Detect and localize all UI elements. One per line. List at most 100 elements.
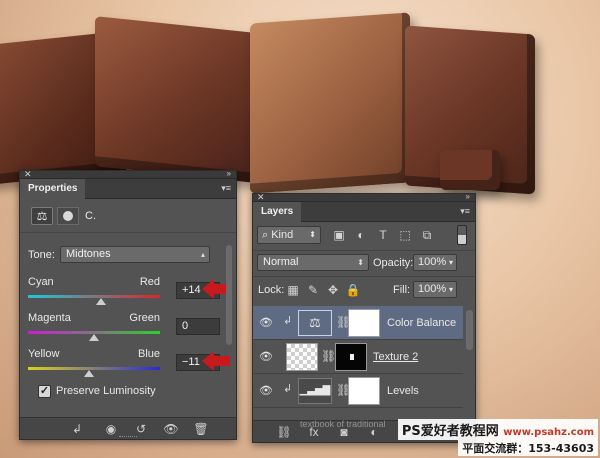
link-layers-icon[interactable]: ⛓ <box>275 424 293 440</box>
view-previous-icon[interactable]: ◉ <box>102 421 120 437</box>
opacity-value: 100% <box>418 256 447 268</box>
tab-bar: Properties ▾≡ <box>20 179 236 199</box>
panel-menu-icon[interactable]: ▾≡ <box>460 206 470 217</box>
layer-mask-thumbnail[interactable] <box>348 377 380 405</box>
blend-mode-select[interactable]: Normal ⬍ <box>257 254 369 271</box>
panel-titlebar[interactable]: ✕ » <box>20 169 236 179</box>
visibility-eye-icon[interactable]: 👁 <box>259 316 273 330</box>
slider-thumb[interactable] <box>95 298 106 305</box>
collapse-icon[interactable]: » <box>227 169 231 178</box>
filter-smart-object-icon[interactable]: ⧉ <box>419 227 435 243</box>
chevron-down-icon: ▾ <box>448 258 453 267</box>
slider-thumb[interactable] <box>89 334 99 341</box>
levels-histogram-icon: ▁▃▅▇ <box>298 378 332 404</box>
lock-transparency-icon[interactable]: ▦ <box>285 282 301 298</box>
balance-scale-icon: ⚖ <box>298 310 332 336</box>
properties-panel: ✕ » Properties ▾≡ ⚖ C. Tone: Midtones ▴ … <box>19 169 237 440</box>
filter-adjustment-icon[interactable]: ◐ <box>353 227 369 243</box>
preserve-label: Preserve Luminosity <box>56 385 156 397</box>
layer-row[interactable]: 👁 ⛓ Texture 2 <box>253 340 463 374</box>
slider-left-label: Magenta <box>28 312 71 324</box>
watermark-url: www.psahz.com <box>503 427 594 438</box>
resize-grip[interactable] <box>119 436 137 438</box>
stepper-arrows-icon: ▴ <box>200 250 205 259</box>
visibility-eye-icon[interactable]: 👁 <box>259 350 273 364</box>
layer-mask-thumbnail[interactable] <box>335 343 367 371</box>
lock-move-icon[interactable]: ✥ <box>325 282 341 298</box>
visibility-eye-icon[interactable]: 👁 <box>162 421 180 437</box>
scrollbar[interactable] <box>466 310 473 350</box>
properties-header: ⚖ C. <box>20 199 236 233</box>
layer-thumbnail <box>286 343 318 371</box>
layer-name[interactable]: Color Balance <box>387 317 456 329</box>
layer-row[interactable]: 👁 ↲ ▁▃▅▇ ⛓ Levels <box>253 374 463 408</box>
visibility-eye-icon[interactable]: 👁 <box>259 384 273 398</box>
layer-row[interactable]: 👁 ↲ ⚖ ⛓ Color Balance <box>253 306 463 340</box>
layer-filter-bar: ⌕ Kind ⬍ ▣ ◐ T ⬚ ⧉ <box>253 222 475 248</box>
red-arrow-icon <box>202 351 230 371</box>
lock-all-icon[interactable]: 🔒 <box>345 282 361 298</box>
slider-left-label: Yellow <box>28 348 60 360</box>
properties-footer: ↲ ◉ ↺ 👁 🗑 <box>20 417 236 439</box>
clip-arrow-icon: ↲ <box>283 383 293 395</box>
layer-mask-thumbnail[interactable] <box>348 309 380 337</box>
filter-shape-icon[interactable]: ⬚ <box>397 227 413 243</box>
lock-brush-icon[interactable]: ✎ <box>305 282 321 298</box>
lock-label: Lock: <box>258 284 285 296</box>
opacity-input[interactable]: 100% ▾ <box>413 254 457 271</box>
adjustment-name: C. <box>85 210 96 222</box>
tone-label: Tone: <box>28 249 55 261</box>
chocolate-letter <box>250 12 410 194</box>
slider-right-label: Red <box>139 276 160 288</box>
stepper-arrows-icon: ⬍ <box>357 258 364 267</box>
chevron-down-icon: ⬍ <box>309 230 316 239</box>
layers-panel: ✕ » Layers ▾≡ ⌕ Kind ⬍ ▣ ◐ T ⬚ ⧉ Normal … <box>252 192 476 443</box>
blend-row: Normal ⬍ Opacity: 100% ▾ <box>253 250 475 274</box>
link-icon[interactable]: ⛓ <box>321 349 336 363</box>
fill-value: 100% <box>418 283 447 295</box>
tab-bar: Layers ▾≡ <box>253 202 475 222</box>
faded-overlay-text: textbook of traditional <box>300 419 386 429</box>
scrollbar[interactable] <box>226 245 232 345</box>
preserve-checkbox[interactable]: ✓ <box>38 385 51 398</box>
clip-to-layer-icon[interactable]: ↲ <box>68 421 86 437</box>
filter-pixel-icon[interactable]: ▣ <box>331 227 347 243</box>
tone-select[interactable]: Midtones ▴ <box>60 246 210 263</box>
balance-scale-icon[interactable]: ⚖ <box>31 207 53 225</box>
panel-menu-icon[interactable]: ▾≡ <box>221 183 231 194</box>
slider-thumb[interactable] <box>83 370 94 377</box>
watermark: PS爱好者教程网 www.psahz.com <box>397 419 598 440</box>
layer-list: 👁 ↲ ⚖ ⛓ Color Balance 👁 ⛓ Texture 2 👁 ↲ … <box>253 306 463 408</box>
slider-right-label: Green <box>129 312 160 324</box>
watermark-title: PS爱好者教程网 <box>401 424 499 439</box>
trash-icon[interactable]: 🗑 <box>192 421 210 437</box>
value-field[interactable]: 0 <box>176 318 220 335</box>
watermark-group: 平面交流群：153-43603 <box>458 440 598 456</box>
chevron-down-icon: ▾ <box>448 285 453 294</box>
filter-kind-value: Kind <box>271 229 294 241</box>
chocolate-letter <box>440 150 500 190</box>
slider-track[interactable] <box>28 367 160 370</box>
layer-name[interactable]: Levels <box>387 385 419 397</box>
tab-layers[interactable]: Layers <box>253 202 302 222</box>
blend-mode-value: Normal <box>263 256 299 268</box>
clip-arrow-icon: ↲ <box>283 315 293 327</box>
chocolate-letter <box>95 16 265 184</box>
fill-label: Fill: <box>393 284 411 296</box>
slider-right-label: Blue <box>138 348 161 360</box>
reset-icon[interactable]: ↺ <box>132 421 150 437</box>
panel-titlebar[interactable]: ✕ » <box>253 192 475 202</box>
lock-row: Lock: ▦ ✎ ✥ 🔒 Fill: 100% ▾ <box>253 276 475 302</box>
layer-mask-icon[interactable] <box>57 207 79 225</box>
slider-track[interactable] <box>28 295 160 298</box>
layer-name[interactable]: Texture 2 <box>373 351 418 363</box>
collapse-icon[interactable]: » <box>466 192 470 201</box>
filter-type-icon[interactable]: T <box>375 227 391 243</box>
tab-properties[interactable]: Properties <box>20 179 86 199</box>
filter-toggle[interactable] <box>457 225 467 245</box>
slider-left-label: Cyan <box>28 276 54 288</box>
fill-input[interactable]: 100% ▾ <box>413 281 457 298</box>
filter-kind-select[interactable]: ⌕ Kind ⬍ <box>257 226 321 244</box>
tone-value: Midtones <box>66 248 111 260</box>
search-icon: ⌕ <box>262 229 272 241</box>
